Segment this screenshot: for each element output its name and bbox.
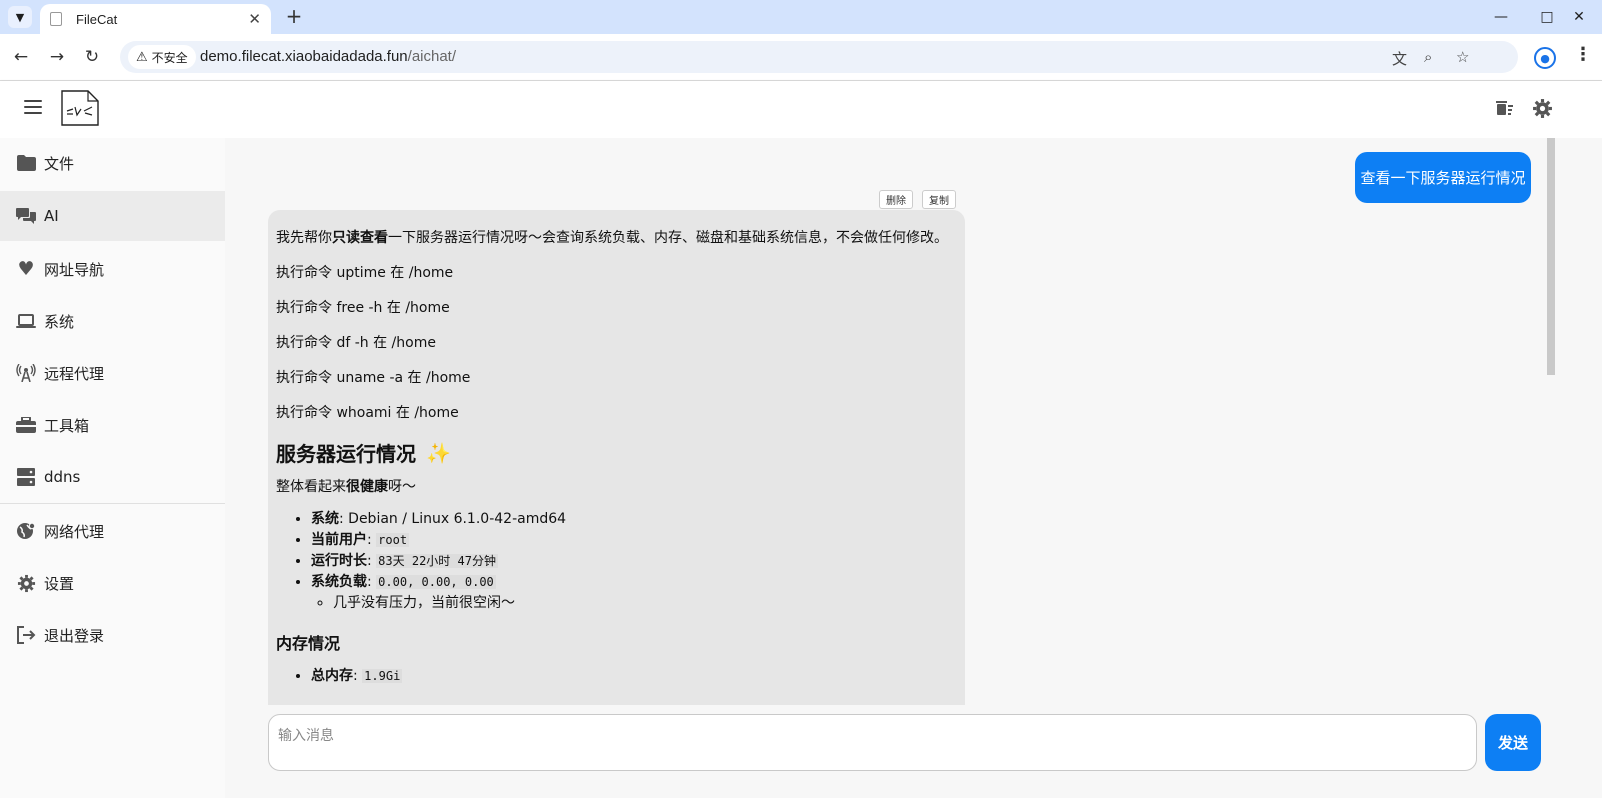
command-line: 执行命令 uptime 在 /home [276,265,454,281]
memory-heading: 内存情况 [276,634,341,653]
server-icon [16,468,36,486]
command-line: 执行命令 uname -a 在 /home [276,370,471,386]
message-input[interactable]: 输入消息 [268,714,1477,771]
sidebar: 文件 AI ♥ 网址导航 系统 远程代理 工具箱 ddns 网络代理 设置 退出… [0,138,225,798]
summary-line: 整体看起来很健康呀～ [276,479,416,495]
copy-message-button[interactable]: 复制 [922,190,956,209]
sidebar-item-label: 网址导航 [44,260,105,279]
minimize-button[interactable]: — [1478,0,1524,34]
command-line: 执行命令 free -h 在 /home [276,300,450,316]
url-text[interactable]: demo.filecat.xiaobaidadada.fun/aichat/ [200,48,456,65]
sidebar-item-settings[interactable]: 设置 [0,558,225,608]
command-line: 执行命令 whoami 在 /home [276,405,459,421]
sidebar-item-ai[interactable]: AI [0,191,225,241]
sidebar-item-label: 系统 [44,312,75,331]
gear-icon [16,574,36,592]
bookmark-star-icon[interactable]: ☆ [1456,48,1469,66]
chat-scrollbar-thumb[interactable] [1547,138,1555,375]
globe-icon [16,522,36,540]
sidebar-item-logout[interactable]: 退出登录 [0,610,225,660]
laptop-icon [16,312,36,330]
page-favicon-icon [50,12,62,26]
user-message-bubble: 查看一下服务器运行情况 [1355,152,1531,203]
sidebar-item-system[interactable]: 系统 [0,296,225,346]
fact-list: 系统: Debian / Linux 6.1.0-42-amd64 当前用户: … [311,509,957,614]
new-tab-button[interactable]: + [283,5,305,27]
url-host: demo.filecat.xiaobaidadada.fun [200,48,408,65]
app-header [0,81,1602,138]
browser-tab[interactable]: FileCat ✕ [40,4,271,34]
toolbox-icon [16,416,36,434]
warning-icon: ⚠ [136,49,148,65]
sidebar-item-label: 设置 [44,574,75,593]
reload-button[interactable]: ↻ [81,46,103,68]
sidebar-item-ddns[interactable]: ddns [0,452,225,502]
sidebar-divider [0,503,225,504]
sidebar-item-nav[interactable]: ♥ 网址导航 [0,244,225,294]
sparkles-icon: ✨ [426,440,451,465]
address-bar[interactable]: ⚠ 不安全 demo.filecat.xiaobaidadada.fun/aic… [120,41,1518,73]
browser-menu-icon[interactable]: ⋮ [1574,44,1592,65]
browser-tab-bar: ▼ FileCat ✕ + — □ ✕ [0,0,1602,34]
tab-title: FileCat [76,11,118,27]
sidebar-item-label: AI [44,207,59,225]
sidebar-item-label: ddns [44,468,81,486]
translate-icon[interactable]: 文 [1392,48,1407,69]
tab-search-button[interactable]: ▼ [8,6,32,28]
sidebar-item-label: 远程代理 [44,364,105,383]
zoom-icon[interactable]: ⌕ [1424,48,1432,66]
tab-close-icon[interactable]: ✕ [248,10,261,28]
list-item: 总内存: 1.9Gi [311,666,957,687]
list-item: 几乎没有压力，当前很空闲～ [333,593,957,614]
menu-toggle-icon[interactable] [24,100,42,114]
list-item: 当前用户: root [311,530,957,551]
filecat-logo [61,90,99,126]
sidebar-item-label: 网络代理 [44,522,105,541]
chat-icon [16,207,36,225]
sidebar-item-network-proxy[interactable]: 网络代理 [0,506,225,556]
delete-message-button[interactable]: 删除 [879,190,913,209]
send-button[interactable]: 发送 [1485,714,1541,771]
list-item: 运行时长: 83天 22小时 47分钟 [311,551,957,572]
list-item: 系统: Debian / Linux 6.1.0-42-amd64 [311,509,957,530]
url-path: /aichat/ [407,48,457,65]
settings-gear-icon[interactable] [1532,98,1553,124]
security-label: 不安全 [151,50,188,65]
command-line: 执行命令 df -h 在 /home [276,335,436,351]
assistant-intro: 我先帮你只读查看一下服务器运行情况呀～会查询系统负载、内存、磁盘和基础系统信息，… [276,230,948,246]
back-button[interactable]: ← [10,46,32,68]
forward-button[interactable]: → [46,46,68,68]
sidebar-item-remote-proxy[interactable]: 远程代理 [0,348,225,398]
browser-toolbar: ← → ↻ ⚠ 不安全 demo.filecat.xiaobaidadada.f… [0,34,1602,81]
sidebar-item-label: 文件 [44,154,75,173]
security-chip[interactable]: ⚠ 不安全 [128,45,196,69]
list-item: 系统负载: 0.00, 0.00, 0.00 几乎没有压力，当前很空闲～ [311,572,957,614]
folder-icon [16,154,36,172]
memory-list: 总内存: 1.9Gi [311,666,957,687]
assistant-message-bubble: 我先帮你只读查看一下服务器运行情况呀～会查询系统负载、内存、磁盘和基础系统信息，… [268,210,965,705]
sidebar-item-label: 工具箱 [44,416,90,435]
logout-icon [16,626,36,644]
window-close-button[interactable]: ✕ [1556,0,1602,34]
heart-icon: ♥ [17,258,35,280]
antenna-icon [16,364,36,382]
profile-icon[interactable]: ● [1534,47,1556,69]
status-heading: 服务器运行情况 ✨ [276,440,451,467]
sidebar-item-label: 退出登录 [44,626,105,645]
clear-chat-icon[interactable] [1494,98,1514,123]
sidebar-item-toolbox[interactable]: 工具箱 [0,400,225,450]
sidebar-item-files[interactable]: 文件 [0,138,225,188]
